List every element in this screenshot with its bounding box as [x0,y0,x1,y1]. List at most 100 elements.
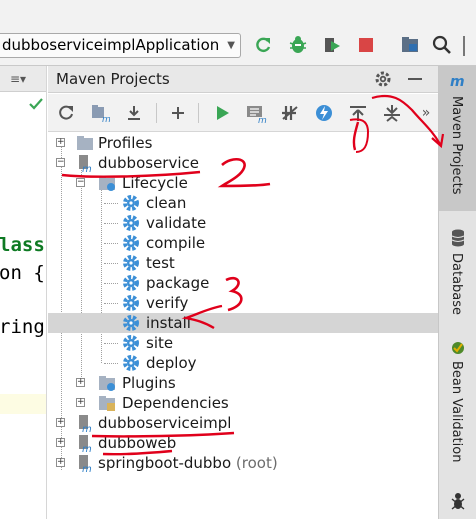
tree-item-plugins[interactable]: + Plugins [48,373,438,393]
panel-header: Maven Projects [48,66,438,93]
bean-validation-tab[interactable]: Bean Validation [439,331,476,471]
goal-validate[interactable]: validate [48,213,438,233]
goal-site[interactable]: site [48,333,438,353]
checkmark-icon [29,98,43,110]
tree-item-dubboweb[interactable]: + m dubboweb [48,433,438,453]
main-toolbar: dubboserviceimplApplication ▼ [0,0,476,66]
expand-icon[interactable]: + [76,378,85,387]
goal-compile[interactable]: compile [48,233,438,253]
expand-icon[interactable]: + [56,138,65,147]
tree-item-label: dubboserviceimpl [98,414,232,432]
maven-projects-tab[interactable]: m Maven Projects [439,66,476,211]
maven-module-icon: m [79,455,92,472]
maven-toolbar: m m » [48,94,438,132]
code-line: ring [0,316,45,338]
gear-icon[interactable] [374,70,394,90]
generate-sources-icon[interactable]: m [88,101,112,125]
more-tools-icon[interactable]: » [414,101,438,125]
goal-deploy[interactable]: deploy [48,353,438,373]
tree-item-label: Lifecycle [122,174,188,192]
bean-validation-tab-label: Bean Validation [449,361,464,463]
tree-item-dubboservice[interactable]: − m dubboservice [48,153,438,173]
gear-icon [123,335,139,351]
code-editor[interactable]: ≡▾ lass on { ring [0,66,47,519]
editor-current-line [0,394,46,414]
run-configuration-icon[interactable]: m [244,101,268,125]
gear-icon [123,255,139,271]
stop-icon[interactable] [354,33,378,57]
maven-tree: + Profiles − m dubboservice − Lifecycle … [48,133,438,519]
tree-item-lifecycle[interactable]: − Lifecycle [48,173,438,193]
gear-icon [123,295,139,311]
expand-icon[interactable]: + [56,438,65,447]
editor-tab-actions[interactable]: ≡▾ [0,66,46,92]
svg-text:m: m [82,464,92,472]
goal-test[interactable]: test [48,253,438,273]
svg-text:m: m [82,444,92,452]
svg-text:m: m [102,115,110,123]
goal-verify[interactable]: verify [48,293,438,313]
maven-projects-panel: Maven Projects m m » + Profiles − m dubb… [48,66,438,519]
download-icon[interactable] [122,101,146,125]
expand-icon[interactable]: + [56,458,65,467]
expand-icon[interactable]: + [76,398,85,407]
goal-label: test [146,254,175,272]
add-icon[interactable] [166,101,190,125]
maven-module-icon: m [79,155,92,172]
search-icon[interactable] [430,33,454,57]
tree-item-springboot-dubbo[interactable]: + m springboot-dubbo (root) [48,453,438,473]
toggle-offline-icon[interactable] [278,101,302,125]
goal-label: compile [146,234,206,252]
code-line: lass [0,234,45,256]
gear-icon [123,315,139,331]
tree-item-profiles[interactable]: + Profiles [48,133,438,153]
reimport-icon[interactable] [54,101,78,125]
goal-label: verify [146,294,189,312]
dependencies-folder-icon [99,396,115,411]
collapse-all-icon[interactable] [346,101,370,125]
run-configuration-label: dubboserviceimplApplication [2,36,220,54]
goal-install[interactable]: install [48,313,438,333]
tree-item-label: Profiles [98,134,153,152]
database-tab[interactable]: Database [439,221,476,321]
expand-all-icon[interactable] [380,101,404,125]
chevron-down-icon: ▼ [227,40,235,51]
gear-icon [123,195,139,211]
root-suffix: (root) [235,454,278,472]
refresh-icon[interactable] [251,33,275,57]
tree-item-dependencies[interactable]: + Dependencies [48,393,438,413]
lifecycle-folder-icon [99,176,115,191]
goal-package[interactable]: package [48,273,438,293]
gear-icon [123,355,139,371]
minimize-icon[interactable] [408,78,422,80]
collapse-icon[interactable]: − [56,158,65,167]
project-structure-icon[interactable] [398,33,422,57]
skip-tests-icon[interactable] [312,101,336,125]
plugins-folder-icon [99,376,115,391]
maven-icon: m [450,74,465,90]
gear-icon [123,275,139,291]
goal-label: install [146,314,191,332]
tree-item-dubboserviceimpl[interactable]: + m dubboserviceimpl [48,413,438,433]
toolbar-separator [198,103,199,123]
folder-icon [77,136,93,150]
expand-icon[interactable]: + [56,418,65,427]
collapse-icon[interactable]: − [76,178,85,187]
svg-text:m: m [82,424,92,432]
goal-label: package [146,274,210,292]
goal-label: deploy [146,354,197,372]
goal-label: validate [146,214,207,232]
run-configuration-select[interactable]: dubboserviceimplApplication ▼ [0,33,241,58]
debug-bug-icon[interactable] [286,33,310,57]
tree-item-label: dubboservice [98,154,199,172]
toolbar-overflow-marker [463,36,465,56]
goal-label: site [146,334,174,352]
goal-clean[interactable]: clean [48,193,438,213]
run-icon[interactable] [210,101,234,125]
coverage-icon[interactable] [320,33,344,57]
svg-text:m: m [258,116,267,123]
goal-label: clean [146,194,187,212]
tree-item-label: Plugins [122,374,176,392]
svg-text:m: m [82,164,92,172]
ant-icon[interactable] [449,490,467,512]
